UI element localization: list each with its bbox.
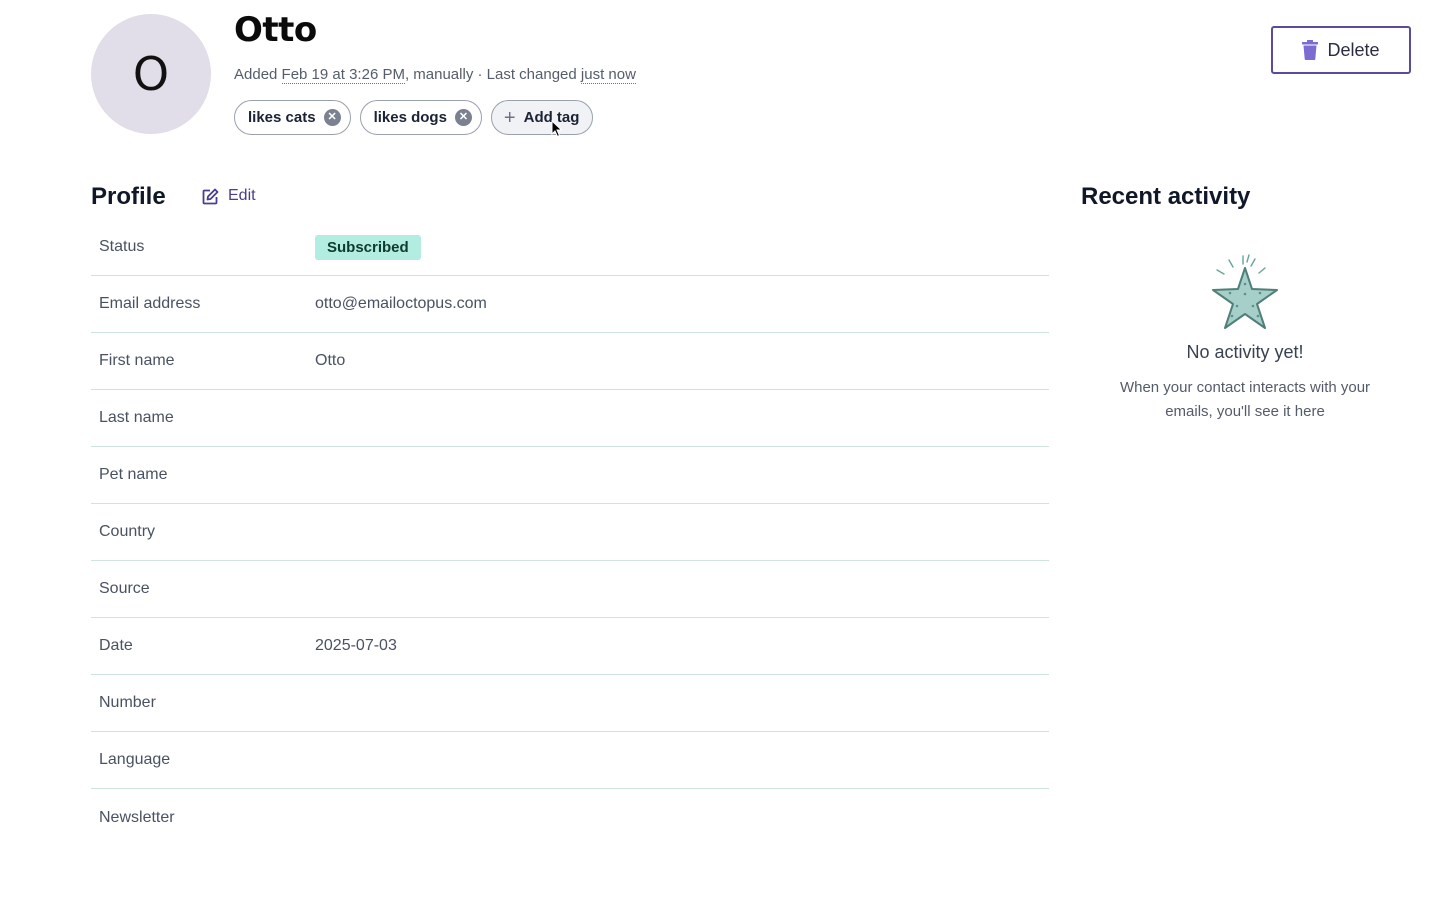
meta-changed: just now [580,66,636,84]
starfish-icon [1212,254,1278,329]
profile-row: Date 2025-07-03 [91,618,1049,675]
field-label: Date [99,637,133,654]
profile-row: Newsletter [91,789,1049,846]
profile-row: Source [91,561,1049,618]
field-value: 2025-07-03 [315,637,397,654]
profile-table: Status Subscribed Email address otto@ema… [91,219,1049,846]
avatar-initial: O [132,47,170,101]
contact-page: O Otto Added Feb 19 at 3:26 PM, manually… [0,0,1440,900]
field-label: Newsletter [99,808,175,826]
field-value: Otto [315,352,346,369]
tag-list: likes cats ✕ likes dogs ✕ + Add tag [234,100,594,135]
profile-row: Language [91,732,1049,789]
mouse-cursor-icon [551,120,563,138]
contact-meta: Added Feb 19 at 3:26 PM, manually · Last… [234,66,636,84]
remove-tag-icon[interactable]: ✕ [323,109,341,126]
edit-icon [202,188,219,204]
no-activity-title: No activity yet! [1186,342,1304,362]
tag-chip: likes dogs ✕ [359,100,482,135]
field-label: Status [99,238,145,255]
field-label: Number [99,694,156,711]
profile-row-status: Status Subscribed [91,219,1049,276]
meta-added-prefix: Added [234,66,278,83]
remove-tag-icon[interactable]: ✕ [454,109,472,126]
edit-label: Edit [228,187,256,204]
profile-row: Number [91,675,1049,732]
edit-profile-button[interactable]: Edit [202,187,256,205]
meta-added-suffix: , manually · Last changed [404,66,577,83]
meta-added-date: Feb 19 at 3:26 PM [281,66,405,84]
status-badge: Subscribed [315,234,421,260]
field-label: Email address [99,295,201,312]
field-label: Last name [99,409,174,426]
trash-icon [1302,40,1319,60]
field-value: otto@emailoctopus.com [315,295,487,312]
field-label: First name [99,352,175,369]
profile-row: First name Otto [91,333,1049,390]
profile-row: Email address otto@emailoctopus.com [91,276,1049,333]
tag-chip: likes cats ✕ [234,100,351,135]
add-tag-button[interactable]: + Add tag [490,100,594,135]
field-label: Language [99,751,171,768]
profile-row: Last name [91,390,1049,447]
delete-label: Delete [1327,39,1380,60]
field-value: Subscribed [315,234,421,260]
no-activity-description: When your contact interacts with your em… [1119,379,1371,420]
avatar: O [91,14,211,134]
recent-activity-title: Recent activity [1081,183,1251,210]
profile-row: Country [91,504,1049,561]
field-label: Pet name [99,466,168,483]
profile-title: Profile [91,183,166,210]
delete-button[interactable]: Delete [1271,26,1411,74]
contact-name: Otto [234,10,317,50]
field-label: Country [99,523,156,540]
tag-label: likes dogs [373,109,447,126]
plus-icon: + [503,106,516,129]
field-label: Source [99,580,150,597]
tag-label: likes cats [248,109,316,126]
profile-row: Pet name [91,447,1049,504]
